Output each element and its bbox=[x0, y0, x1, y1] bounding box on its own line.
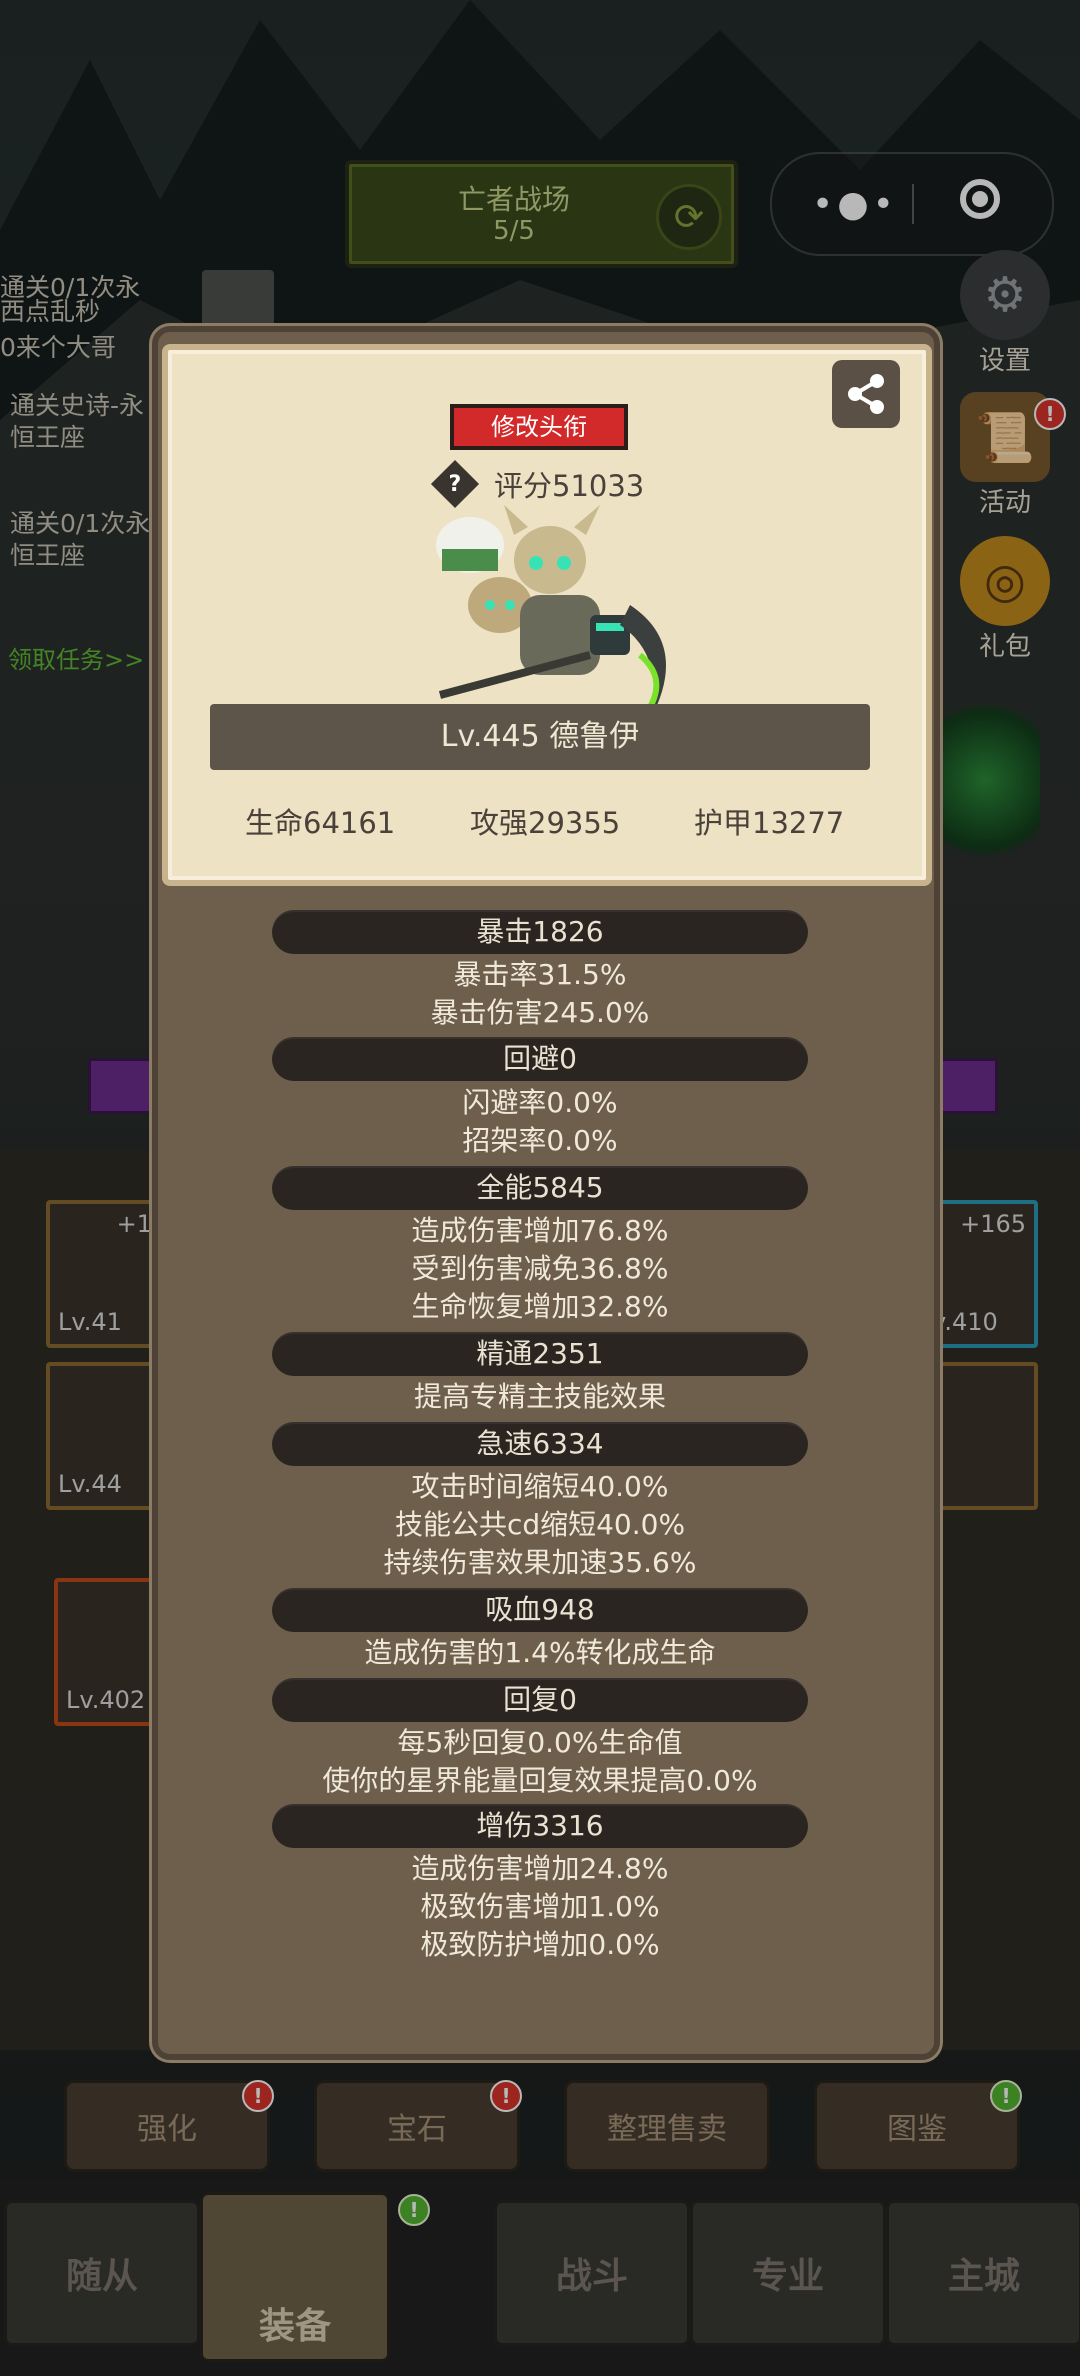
stat-header-haste: 急速6334 bbox=[272, 1422, 808, 1466]
edit-title-button[interactable]: 修改头衔 bbox=[450, 404, 628, 450]
hp-stat: 生命64161 bbox=[245, 806, 396, 840]
stat-line: 极致伤害增加1.0% bbox=[420, 1890, 660, 1923]
stat-header-mastery: 精通2351 bbox=[272, 1332, 808, 1376]
stat-line: 闪避率0.0% bbox=[462, 1086, 618, 1119]
stat-line: 招架率0.0% bbox=[462, 1124, 618, 1157]
stat-line: 攻击时间缩短40.0% bbox=[411, 1470, 669, 1503]
share-button[interactable] bbox=[832, 360, 900, 428]
score-row: ? 评分51033 bbox=[430, 459, 645, 509]
stat-header-crit: 暴击1826 bbox=[272, 910, 808, 954]
stat-header-regen: 回复0 bbox=[272, 1678, 808, 1722]
hero-avatar bbox=[436, 505, 666, 720]
score-value: 评分51033 bbox=[494, 469, 645, 503]
stat-line: 暴击率31.5% bbox=[453, 958, 627, 991]
share-icon bbox=[848, 374, 884, 414]
hero-name-plate: Lv.445 德鲁伊 bbox=[210, 704, 870, 770]
stat-header-lifesteal: 吸血948 bbox=[272, 1588, 808, 1632]
armor-stat: 护甲13277 bbox=[694, 806, 845, 840]
stat-line: 造成伤害增加76.8% bbox=[411, 1214, 669, 1247]
stat-line: 生命恢复增加32.8% bbox=[411, 1290, 669, 1323]
stat-line: 暴击伤害245.0% bbox=[430, 996, 650, 1029]
stat-line: 极致防护增加0.0% bbox=[420, 1928, 660, 1961]
stat-line: 每5秒回复0.0%生命值 bbox=[397, 1726, 683, 1759]
stat-line: 技能公共cd缩短40.0% bbox=[394, 1508, 686, 1541]
stat-line: 受到伤害减免36.8% bbox=[411, 1252, 669, 1285]
stat-header-damage-boost: 增伤3316 bbox=[272, 1804, 808, 1848]
stat-line: 使你的星界能量回复效果提高0.0% bbox=[322, 1764, 758, 1797]
stat-line: 提高专精主技能效果 bbox=[413, 1380, 666, 1413]
stat-line: 造成伤害的1.4%转化成生命 bbox=[364, 1636, 716, 1669]
stat-line: 持续伤害效果加速35.6% bbox=[383, 1546, 697, 1579]
help-icon[interactable]: ? bbox=[430, 459, 480, 509]
stat-header-versatility: 全能5845 bbox=[272, 1166, 808, 1210]
stat-header-evasion: 回避0 bbox=[272, 1037, 808, 1081]
stat-line: 造成伤害增加24.8% bbox=[411, 1852, 669, 1885]
attack-stat: 攻强29355 bbox=[470, 806, 621, 840]
